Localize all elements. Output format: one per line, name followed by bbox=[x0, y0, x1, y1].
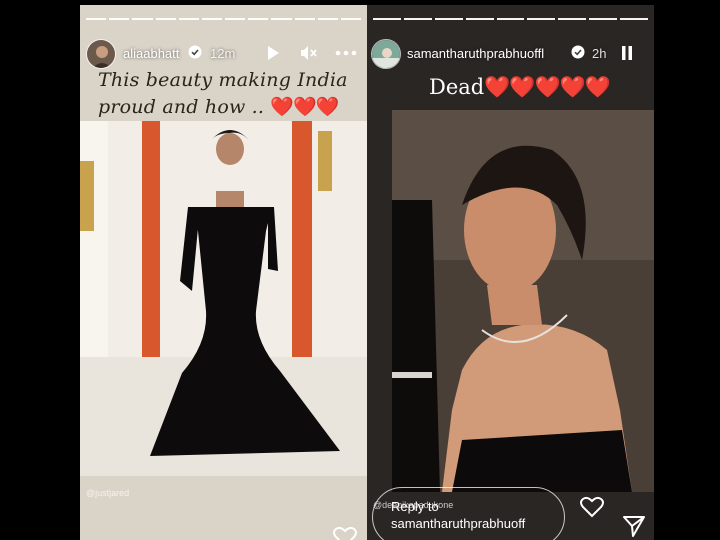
more-options-icon[interactable] bbox=[334, 43, 358, 63]
avatar[interactable] bbox=[86, 39, 116, 69]
heart-icon[interactable] bbox=[332, 524, 358, 540]
caption-hearts: ❤️❤️❤️❤️❤️ bbox=[484, 75, 611, 99]
story-panel-right[interactable]: samantharuthprabhuoffl 2h Dead❤️❤️❤️❤️❤️… bbox=[367, 5, 654, 540]
story-panel-left[interactable]: aliaabhatt 12m This beauty making India … bbox=[80, 5, 367, 540]
story-progress-bar bbox=[373, 18, 649, 20]
heart-icon[interactable] bbox=[579, 494, 605, 520]
username[interactable]: aliaabhatt bbox=[123, 46, 179, 61]
play-icon[interactable] bbox=[263, 43, 283, 63]
timestamp: 2h bbox=[592, 46, 607, 61]
photo-credit: @justjared bbox=[86, 488, 130, 498]
send-icon[interactable] bbox=[621, 513, 647, 539]
pause-icon[interactable] bbox=[617, 43, 637, 63]
avatar[interactable] bbox=[371, 39, 401, 69]
story-caption: Dead❤️❤️❤️❤️❤️ bbox=[429, 75, 611, 100]
story-header: samantharuthprabhuoffl 2h bbox=[367, 35, 654, 75]
verified-badge-icon bbox=[571, 45, 585, 59]
username[interactable]: samantharuthprabhuoffl bbox=[407, 46, 544, 61]
reply-input[interactable]: Reply to samantharuthprabhuoff bbox=[372, 487, 565, 540]
caption-text: Dead bbox=[429, 75, 485, 99]
mute-icon[interactable] bbox=[298, 43, 318, 63]
verified-badge-icon bbox=[188, 45, 202, 59]
timestamp: 12m bbox=[210, 46, 236, 61]
story-progress-bar bbox=[86, 18, 362, 20]
reply-placeholder: Reply to samantharuthprabhuoff bbox=[391, 499, 526, 531]
story-photo bbox=[80, 121, 367, 476]
story-photo bbox=[392, 110, 654, 492]
